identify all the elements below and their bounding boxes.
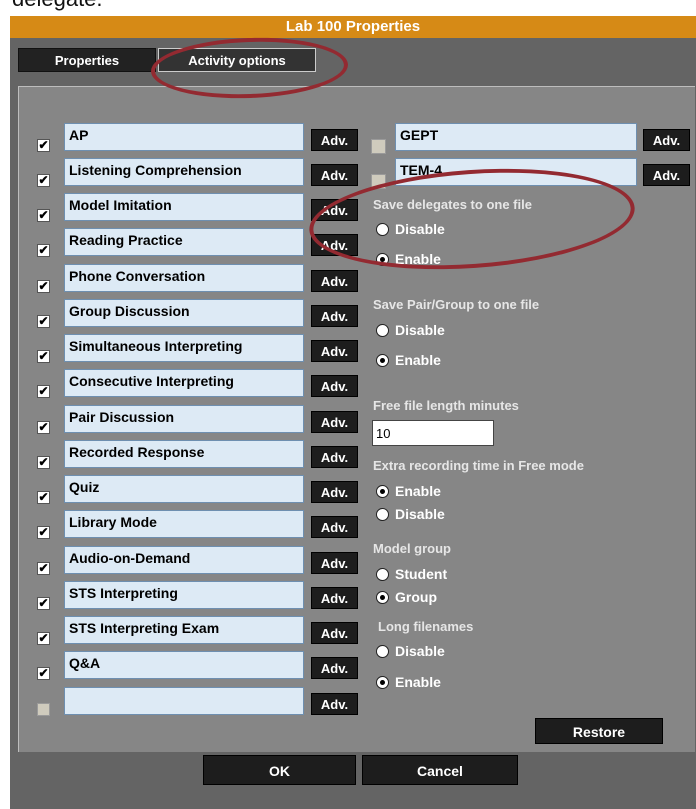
radio-on-icon (376, 354, 389, 367)
activity-name-field[interactable]: Model Imitation (64, 193, 304, 221)
save-delegates-disable-radio[interactable]: Disable (376, 220, 445, 238)
adv-button[interactable]: Adv. (311, 305, 358, 327)
free-length-label: Free file length minutes (373, 398, 519, 413)
radio-off-icon (376, 508, 389, 521)
adv-button[interactable]: Adv. (311, 516, 358, 538)
adv-button[interactable]: Adv. (311, 552, 358, 574)
long-filenames-disable-radio[interactable]: Disable (376, 642, 445, 660)
window-title: Lab 100 Properties (10, 16, 696, 38)
adv-button[interactable]: Adv. (311, 340, 358, 362)
adv-button[interactable]: Adv. (643, 129, 690, 151)
long-filenames-label: Long filenames (378, 619, 474, 634)
activity-checkbox[interactable] (371, 174, 386, 189)
activity-checkbox[interactable]: ✔ (37, 280, 50, 293)
activity-checkbox[interactable]: ✔ (37, 456, 50, 469)
activity-checkbox[interactable] (37, 703, 50, 716)
activity-checkbox[interactable]: ✔ (37, 597, 50, 610)
activity-name-field[interactable]: TEM-4 (395, 158, 637, 186)
extra-time-enable-radio[interactable]: Enable (376, 482, 441, 500)
model-group-label: Model group (373, 541, 451, 556)
adv-button[interactable]: Adv. (311, 622, 358, 644)
activity-checkbox[interactable]: ✔ (37, 350, 50, 363)
activity-name-field[interactable]: Q&A (64, 651, 304, 679)
activity-checkbox[interactable]: ✔ (37, 667, 50, 680)
radio-off-icon (376, 324, 389, 337)
activity-name-field[interactable]: Audio-on-Demand (64, 546, 304, 574)
activity-checkbox[interactable] (371, 139, 386, 154)
radio-off-icon (376, 645, 389, 658)
activity-checkbox[interactable]: ✔ (37, 491, 50, 504)
activity-checkbox[interactable]: ✔ (37, 315, 50, 328)
activity-name-field[interactable]: Pair Discussion (64, 405, 304, 433)
adv-button[interactable]: Adv. (311, 411, 358, 433)
activity-checkbox[interactable]: ✔ (37, 562, 50, 575)
tab-activity-options[interactable]: Activity options (158, 48, 316, 72)
activity-checkbox[interactable]: ✔ (37, 139, 50, 152)
adv-button[interactable]: Adv. (311, 587, 358, 609)
activity-name-field[interactable]: Recorded Response (64, 440, 304, 468)
activity-name-field[interactable]: Consecutive Interpreting (64, 369, 304, 397)
save-delegates-label: Save delegates to one file (373, 197, 532, 212)
activity-name-field[interactable]: Quiz (64, 475, 304, 503)
adv-button[interactable]: Adv. (311, 270, 358, 292)
save-pair-disable-radio[interactable]: Disable (376, 321, 445, 339)
adv-button[interactable]: Adv. (311, 234, 358, 256)
activity-name-field[interactable] (64, 687, 304, 715)
extra-time-label: Extra recording time in Free mode (373, 458, 584, 473)
activity-name-field[interactable]: AP (64, 123, 304, 151)
activity-checkbox[interactable]: ✔ (37, 632, 50, 645)
model-group-student-radio[interactable]: Student (376, 565, 447, 583)
radio-on-icon (376, 591, 389, 604)
activity-name-field[interactable]: STS Interpreting Exam (64, 616, 304, 644)
activity-checkbox[interactable]: ✔ (37, 174, 50, 187)
adv-button[interactable]: Adv. (311, 481, 358, 503)
activity-checkbox[interactable]: ✔ (37, 421, 50, 434)
adv-button[interactable]: Adv. (311, 693, 358, 715)
radio-on-icon (376, 253, 389, 266)
restore-button[interactable]: Restore (535, 718, 663, 744)
ok-button[interactable]: OK (203, 755, 356, 785)
activity-name-field[interactable]: Listening Comprehension (64, 158, 304, 186)
extra-time-disable-radio[interactable]: Disable (376, 505, 445, 523)
activity-name-field[interactable]: STS Interpreting (64, 581, 304, 609)
radio-on-icon (376, 485, 389, 498)
activity-checkbox[interactable]: ✔ (37, 526, 50, 539)
save-pair-enable-radio[interactable]: Enable (376, 351, 441, 369)
activity-checkbox[interactable]: ✔ (37, 209, 50, 222)
radio-off-icon (376, 223, 389, 236)
adv-button[interactable]: Adv. (311, 657, 358, 679)
adv-button[interactable]: Adv. (311, 446, 358, 468)
cancel-button[interactable]: Cancel (362, 755, 518, 785)
save-pair-label: Save Pair/Group to one file (373, 297, 540, 312)
activity-name-field[interactable]: Reading Practice (64, 228, 304, 256)
radio-on-icon (376, 676, 389, 689)
tab-properties[interactable]: Properties (18, 48, 156, 72)
adv-button[interactable]: Adv. (311, 375, 358, 397)
activity-checkbox[interactable]: ✔ (37, 385, 50, 398)
model-group-group-radio[interactable]: Group (376, 588, 437, 606)
adv-button[interactable]: Adv. (311, 129, 358, 151)
activity-checkbox[interactable]: ✔ (37, 244, 50, 257)
adv-button[interactable]: Adv. (311, 199, 358, 221)
radio-off-icon (376, 568, 389, 581)
activity-name-field[interactable]: Library Mode (64, 510, 304, 538)
adv-button[interactable]: Adv. (643, 164, 690, 186)
activity-name-field[interactable]: GEPT (395, 123, 637, 151)
cropped-caption-text: delegate. (12, 0, 103, 12)
save-delegates-enable-radio[interactable]: Enable (376, 250, 441, 268)
activity-name-field[interactable]: Simultaneous Interpreting (64, 334, 304, 362)
activity-name-field[interactable]: Group Discussion (64, 299, 304, 327)
long-filenames-enable-radio[interactable]: Enable (376, 673, 441, 691)
activity-name-field[interactable]: Phone Conversation (64, 264, 304, 292)
adv-button[interactable]: Adv. (311, 164, 358, 186)
free-length-input[interactable] (372, 420, 494, 446)
